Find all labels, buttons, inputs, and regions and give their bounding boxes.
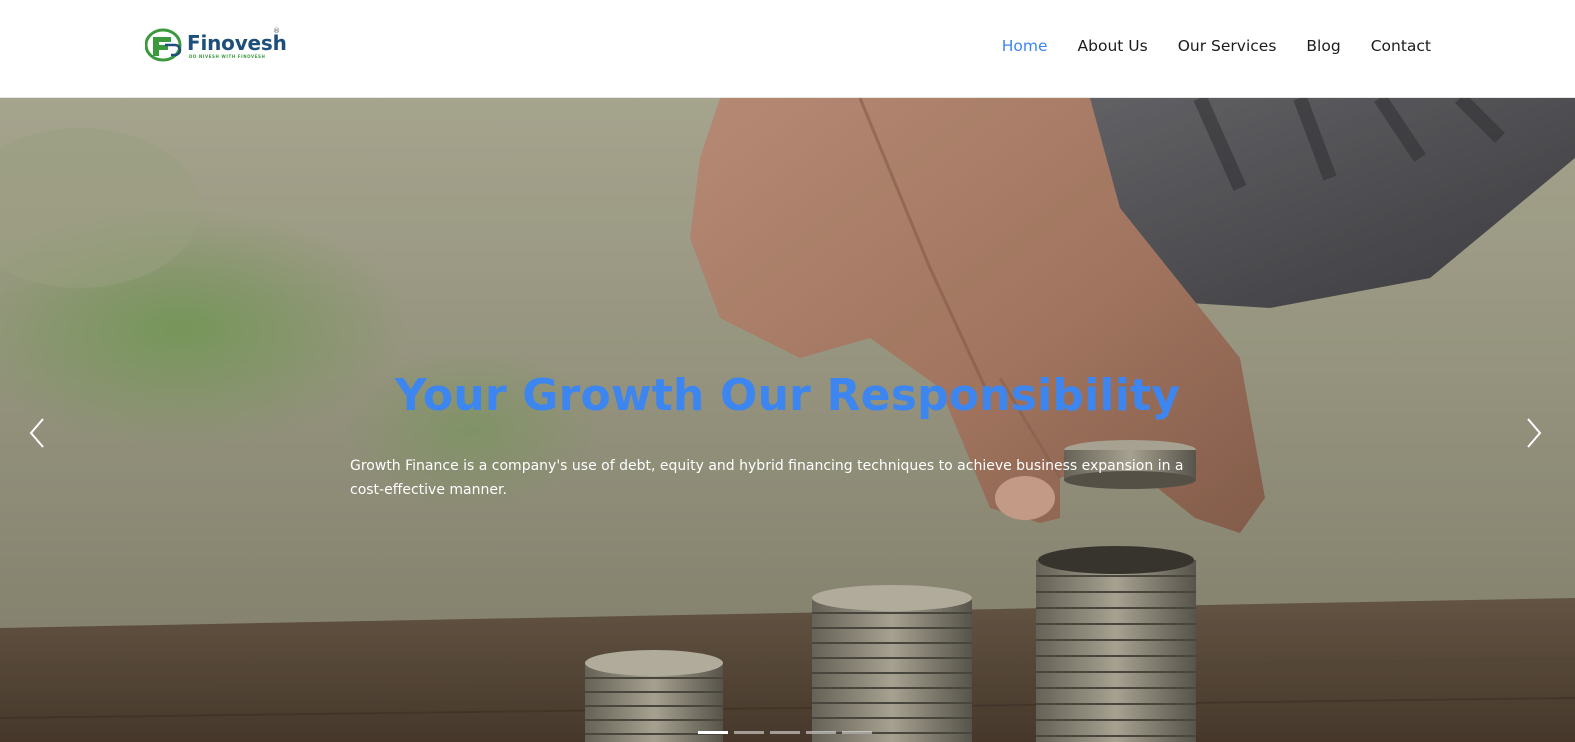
nav-about-us[interactable]: About Us xyxy=(1078,37,1148,55)
finovesh-logo-icon xyxy=(145,28,182,62)
brand-tagline: DO NIVESH WITH FINOVESH xyxy=(189,54,266,59)
carousel-prev-button[interactable] xyxy=(26,416,50,450)
carousel-indicator-2[interactable] xyxy=(734,731,764,734)
hero-title: Your Growth Our Responsibility xyxy=(394,370,1181,421)
registered-mark: ® xyxy=(273,27,280,35)
carousel-indicator-5[interactable] xyxy=(842,731,872,734)
carousel-indicator-1[interactable] xyxy=(698,731,728,734)
carousel-indicator-4[interactable] xyxy=(806,731,836,734)
carousel-next-button[interactable] xyxy=(1521,416,1545,450)
carousel-indicators xyxy=(698,731,872,734)
hero-carousel: Your Growth Our Responsibility Growth Fi… xyxy=(0,98,1575,742)
hero-description: Growth Finance is a company's use of deb… xyxy=(350,458,1184,498)
main-nav: Home About Us Our Services Blog Contact xyxy=(972,37,1431,55)
nav-blog[interactable]: Blog xyxy=(1306,37,1340,55)
brand-logo[interactable]: Finovesh ® DO NIVESH WITH FINOVESH xyxy=(145,27,287,62)
chevron-right-icon xyxy=(1527,418,1542,448)
nav-home[interactable]: Home xyxy=(1002,37,1048,55)
brand-name: Finovesh xyxy=(187,31,287,55)
nav-our-services[interactable]: Our Services xyxy=(1178,37,1277,55)
carousel-indicator-3[interactable] xyxy=(770,731,800,734)
chevron-left-icon xyxy=(29,418,44,448)
nav-contact[interactable]: Contact xyxy=(1371,37,1431,55)
site-header: Finovesh ® DO NIVESH WITH FINOVESH Home … xyxy=(0,0,1575,98)
